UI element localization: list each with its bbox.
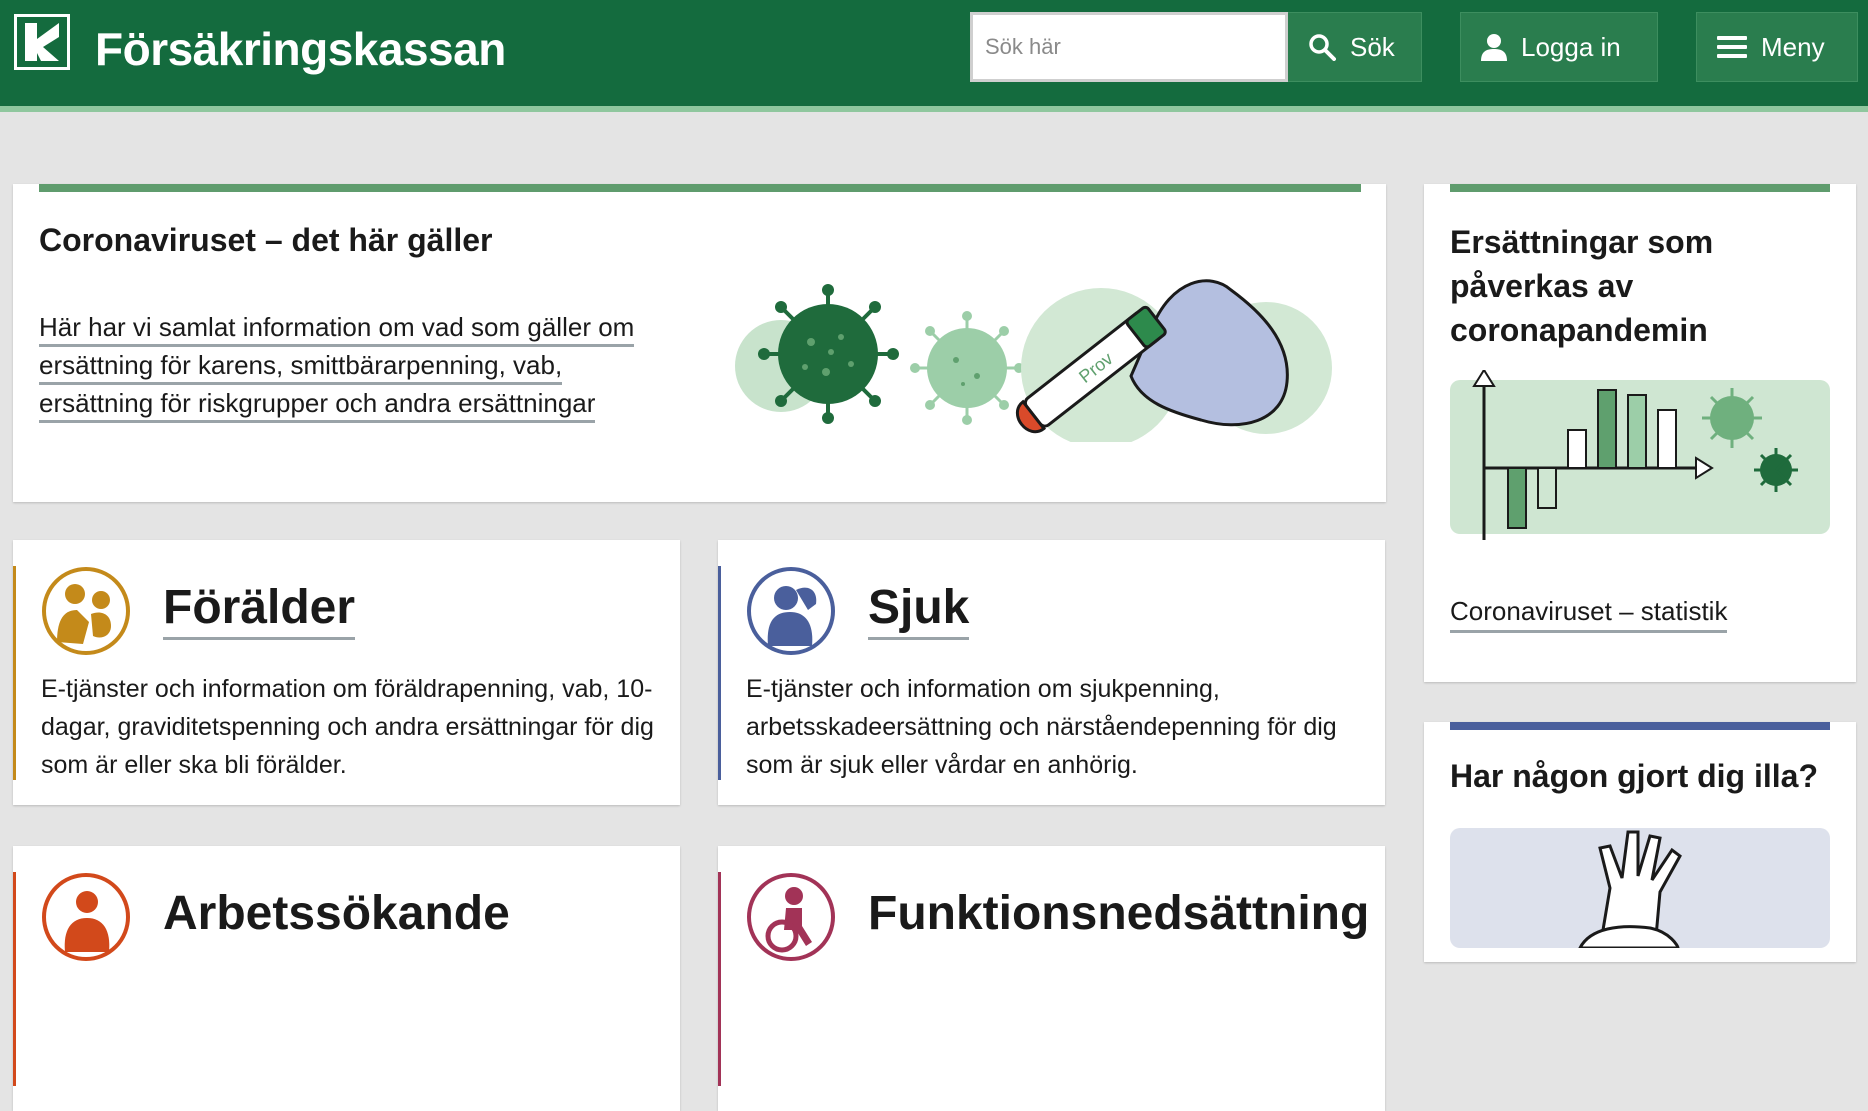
- topic-color-bar: [13, 566, 16, 780]
- topic-card-foralder[interactable]: Förälder E-tjänster och information om f…: [13, 540, 680, 805]
- topic-color-bar: [718, 566, 721, 780]
- card-accent-bar: [39, 184, 1361, 192]
- abuse-help-title: Har någon gjort dig illa?: [1450, 758, 1818, 794]
- corona-info-link[interactable]: Här har vi samlat information om vad som…: [39, 308, 679, 423]
- search-icon: [1309, 34, 1336, 61]
- login-button-label: Logga in: [1521, 31, 1621, 62]
- topic-card-sjuk[interactable]: Sjuk E-tjänster och information om sjukp…: [718, 540, 1385, 805]
- card-accent-bar: [1450, 184, 1830, 192]
- statistics-card-title: Ersättningar som påverkas av coronapande…: [1450, 224, 1714, 348]
- corona-card: Coronaviruset – det här gäller Här har v…: [13, 184, 1386, 502]
- statistics-link[interactable]: Coronaviruset – statistik: [1450, 596, 1728, 633]
- statistics-card: Ersättningar som påverkas av coronapande…: [1424, 184, 1856, 682]
- topic-description: E-tjänster och information om sjukpennin…: [746, 675, 1337, 779]
- abuse-help-card: Har någon gjort dig illa?: [1424, 722, 1856, 962]
- sick-person-icon: [747, 567, 835, 655]
- logo-icon[interactable]: [14, 14, 70, 70]
- card-accent-bar: [1450, 722, 1830, 730]
- wheelchair-icon: [747, 873, 835, 961]
- hand-icon: [1577, 830, 1682, 950]
- topic-card-funktionsnedsattning[interactable]: Funktionsnedsättning: [718, 846, 1385, 1111]
- job-seeker-icon: [42, 873, 130, 961]
- topic-color-bar: [13, 872, 16, 1086]
- login-button[interactable]: Logga in: [1460, 12, 1658, 82]
- topic-card-arbetssokande[interactable]: Arbetssökande: [13, 846, 680, 1111]
- user-icon: [1481, 34, 1507, 61]
- virus-dark-icon: [758, 284, 899, 424]
- topic-color-bar: [718, 872, 721, 1086]
- topic-title[interactable]: Arbetssökande: [163, 886, 510, 943]
- topic-title[interactable]: Sjuk: [868, 580, 970, 640]
- site-header: Försäkringskassan Sök Logga in Meny: [0, 0, 1868, 112]
- search-button[interactable]: Sök: [1288, 12, 1422, 82]
- logo-text[interactable]: Försäkringskassan: [95, 22, 506, 76]
- corona-info-link-text: Här har vi samlat information om vad som…: [39, 312, 635, 423]
- menu-button[interactable]: Meny: [1696, 12, 1858, 82]
- hamburger-icon: [1717, 36, 1747, 58]
- topic-title[interactable]: Förälder: [163, 580, 356, 640]
- topic-title[interactable]: Funktionsnedsättning: [868, 886, 1369, 943]
- menu-button-label: Meny: [1761, 31, 1825, 62]
- hands-illustration: [1450, 828, 1830, 950]
- virus-light-icon: [910, 311, 1024, 425]
- corona-title: Coronaviruset – det här gäller: [39, 222, 493, 258]
- search-input[interactable]: [970, 12, 1288, 82]
- virus-light-icon: [1702, 388, 1762, 448]
- parent-icon: [42, 567, 130, 655]
- statistics-chart-illustration: [1450, 370, 1830, 540]
- topic-description: E-tjänster och information om föräldrape…: [41, 675, 654, 779]
- virus-test-illustration: Prov: [735, 279, 1332, 442]
- search-button-label: Sök: [1350, 31, 1395, 62]
